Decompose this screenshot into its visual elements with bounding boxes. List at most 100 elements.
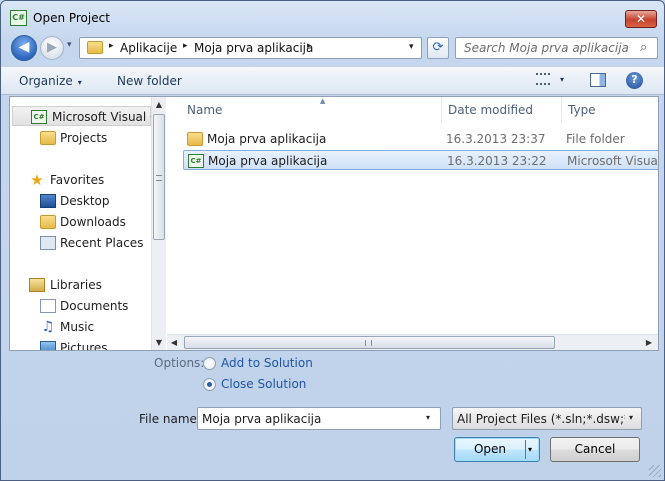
column-header-type[interactable]: Type (562, 97, 658, 123)
file-name: Moja prva aplikacija (207, 132, 327, 146)
add-to-solution-radio[interactable] (203, 357, 216, 370)
scroll-grip (365, 340, 372, 346)
navigation-bar: ◀ ▶ ▾ ▸ Aplikacije ▸ Moja prva aplikacij… (1, 35, 664, 61)
file-type: Microsoft Visual S (567, 154, 658, 168)
scroll-down-button[interactable]: ▼ (152, 335, 166, 350)
file-list-horizontal-scrollbar[interactable]: ◀ ▶ (167, 334, 658, 350)
file-type-filter-value: All Project Files (*.sln;*.dsw;*.vcw (457, 412, 625, 426)
column-header-name[interactable]: Name ▲ (181, 97, 442, 123)
breadcrumb-separator[interactable]: ▸ (109, 41, 114, 51)
sidebar-item-label: Music (60, 320, 95, 334)
downloads-icon (40, 215, 56, 229)
forward-button[interactable]: ▶ (40, 36, 64, 60)
sidebar-item-pictures[interactable]: Pictures (10, 338, 151, 350)
pictures-icon (40, 341, 56, 350)
sidebar-item-label: Microsoft Visual C# (52, 110, 151, 124)
breadcrumb-aplikacije[interactable]: Aplikacije (120, 41, 177, 55)
recent-locations-dropdown[interactable]: ▾ (67, 40, 72, 50)
file-type: File folder (566, 132, 625, 146)
column-header-label: Date modified (448, 103, 534, 117)
split-divider (525, 440, 526, 459)
scroll-right-button[interactable]: ▶ (642, 335, 656, 350)
sidebar-item-microsoft-visual-csharp[interactable]: C# Microsoft Visual C# (12, 106, 151, 126)
breadcrumb-separator[interactable]: ▸ (183, 41, 188, 51)
folder-icon (40, 131, 56, 145)
close-solution-radio[interactable] (203, 378, 216, 391)
chevron-down-icon: ▾ (77, 78, 82, 87)
file-name: Moja prva aplikacija (208, 154, 328, 168)
file-date: 16.3.2013 23:22 (447, 154, 547, 168)
sidebar-item-projects[interactable]: Projects (10, 128, 151, 148)
table-row[interactable]: C# Moja prva aplikacija 16.3.2013 23:22 … (183, 150, 658, 170)
chevron-down-icon[interactable]: ▾ (629, 413, 633, 422)
table-row[interactable]: Moja prva aplikacija 16.3.2013 23:37 Fil… (183, 129, 658, 149)
resize-grip[interactable] (649, 465, 661, 477)
cancel-button[interactable]: Cancel (550, 437, 640, 462)
sidebar-item-downloads[interactable]: Downloads (10, 212, 151, 232)
file-date: 16.3.2013 23:37 (446, 132, 546, 146)
navigation-scrollbar[interactable]: ▲ ▼ (151, 97, 166, 350)
sidebar-item-documents[interactable]: Documents (10, 296, 151, 316)
breadcrumb-separator[interactable]: ▸ (307, 41, 312, 51)
sidebar-item-favorites[interactable]: ★ Favorites (10, 170, 151, 190)
search-input[interactable]: Search Moja prva aplikacija (464, 41, 629, 55)
folder-icon (87, 41, 103, 54)
search-icon[interactable]: ⌕ (640, 40, 647, 55)
csharp-solution-icon: C# (188, 154, 204, 168)
column-header-date-modified[interactable]: Date modified (442, 97, 562, 123)
sort-ascending-icon: ▲ (320, 97, 326, 105)
close-button[interactable]: ✕ (625, 10, 657, 28)
scroll-grip (156, 175, 162, 181)
sidebar-item-label: Documents (60, 299, 129, 313)
back-button[interactable]: ◀ (11, 35, 37, 61)
sidebar-item-desktop[interactable]: Desktop (10, 191, 151, 211)
column-header-label: Name (187, 103, 223, 117)
sidebar-item-music[interactable]: ♫ Music (10, 317, 151, 337)
music-icon: ♫ (41, 319, 55, 335)
search-box[interactable]: Search Moja prva aplikacija ⌕ (455, 37, 658, 59)
help-icon[interactable]: ? (626, 72, 643, 89)
refresh-button[interactable]: ⟳ (427, 37, 449, 59)
sidebar-item-label: Recent Places (60, 236, 144, 250)
sidebar-item-label: Projects (60, 131, 108, 145)
open-project-dialog: C# Open Project ✕ ◀ ▶ ▾ ▸ Aplikacije ▸ M… (0, 0, 665, 481)
address-bar[interactable]: ▸ Aplikacije ▸ Moja prva aplikacija ▸ ▾ (79, 37, 422, 59)
file-name-label: File name: (139, 412, 201, 426)
sidebar-item-libraries[interactable]: Libraries (10, 275, 151, 295)
address-dropdown[interactable]: ▾ (409, 42, 414, 52)
options-label: Options: (154, 356, 205, 370)
chevron-down-icon[interactable]: ▾ (426, 413, 430, 422)
navigation-pane[interactable]: C# Microsoft Visual C# Projects ★ Favori… (10, 97, 151, 350)
organize-label: Organize (19, 74, 73, 88)
breadcrumb-moja-prva-aplikacija[interactable]: Moja prva aplikacija (194, 41, 313, 55)
desktop-icon (40, 194, 56, 208)
new-folder-button[interactable]: New folder (117, 74, 182, 88)
libraries-icon (29, 278, 45, 292)
file-name-field[interactable]: Moja prva aplikacija ▾ (197, 407, 441, 430)
add-to-solution-label[interactable]: Add to Solution (221, 356, 313, 370)
scroll-thumb[interactable] (184, 336, 555, 349)
scroll-thumb[interactable] (153, 114, 165, 240)
sidebar-item-label: Favorites (50, 173, 105, 187)
command-bar: Organize ▾ New folder ▾ ? (1, 66, 664, 95)
file-list[interactable]: Name ▲ Date modified Type Moja prva apli… (167, 97, 658, 350)
window-title: Open Project (33, 11, 110, 25)
preview-pane-icon[interactable] (590, 73, 606, 87)
change-view-icon[interactable] (536, 73, 550, 85)
scroll-up-button[interactable]: ▲ (152, 97, 166, 112)
scroll-left-button[interactable]: ◀ (167, 335, 181, 350)
sidebar-item-label: Pictures (60, 341, 108, 350)
sidebar-item-recent-places[interactable]: Recent Places (10, 233, 151, 253)
csharp-project-icon: C# (31, 110, 47, 124)
more-options-dropdown[interactable]: ▾ (560, 75, 564, 84)
title-bar[interactable]: C# Open Project ✕ (1, 1, 664, 35)
file-name-value[interactable]: Moja prva aplikacija (202, 412, 321, 426)
sidebar-item-label: Desktop (60, 194, 110, 208)
column-header-label: Type (568, 103, 596, 117)
close-solution-label[interactable]: Close Solution (221, 377, 306, 391)
file-type-filter[interactable]: All Project Files (*.sln;*.dsw;*.vcw ▾ (452, 407, 642, 430)
organize-button[interactable]: Organize ▾ (19, 74, 82, 88)
sidebar-item-label: Libraries (50, 278, 102, 292)
open-button[interactable]: Open ▾ (454, 437, 540, 462)
open-options-dropdown[interactable]: ▾ (528, 438, 532, 461)
